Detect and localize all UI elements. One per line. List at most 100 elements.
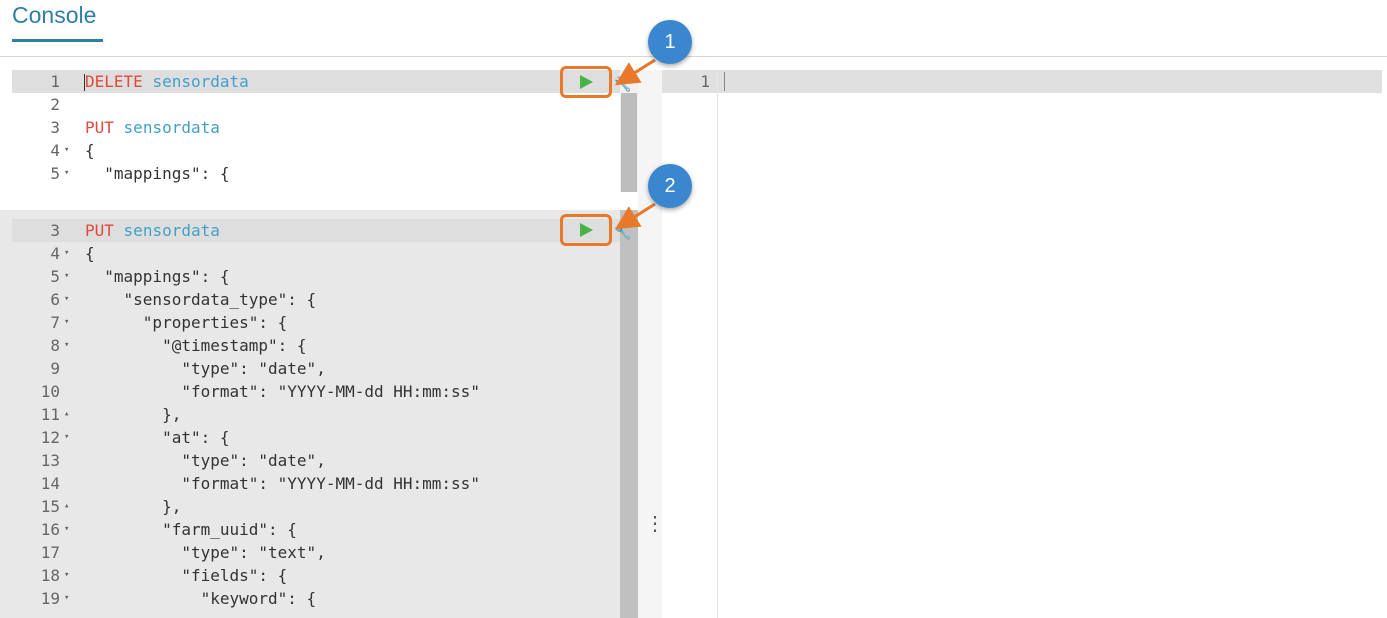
code-line[interactable]: 6 ▾ "sensordata_type": { [0,288,620,311]
code-text: "properties": { [85,311,288,334]
code-line[interactable]: 19 ▾ "keyword": { [0,587,620,610]
console-tab[interactable]: Console [12,2,96,29]
json-text: { [85,244,95,263]
code-text: PUT sensordata [85,219,220,242]
code-line[interactable]: 1 DELETE sensordata [0,70,620,93]
json-text: }, [85,497,182,516]
json-text: "at": { [85,428,230,447]
json-text: "fields": { [85,566,288,585]
code-text: "@timestamp": { [85,334,307,357]
code-line[interactable]: 7 ▾ "properties": { [0,311,620,334]
json-text: "format": "YYYY-MM-dd HH:mm:ss" [85,382,480,401]
line-number: 14 [40,474,60,493]
json-text: "format": "YYYY-MM-dd HH:mm:ss" [85,474,480,493]
code-line[interactable]: 12 ▾ "at": { [0,426,620,449]
code-line[interactable]: 16 ▾ "farm_uuid": { [0,518,620,541]
code-text: { [85,139,95,162]
line-number: 10 [40,382,60,401]
fold-open-icon[interactable]: ▾ [64,587,69,610]
fold-close-icon[interactable]: ▴ [64,495,69,518]
json-text: "type": "text", [85,543,326,562]
code-line[interactable]: 17 "type": "text", [0,541,620,564]
run-request-button-1[interactable] [560,66,612,98]
fold-open-icon[interactable]: ▾ [64,139,69,162]
code-line[interactable]: 11 ▴ }, [0,403,620,426]
code-line[interactable]: 3 PUT sensordata [0,116,620,139]
fold-open-icon[interactable]: ▾ [64,518,69,541]
code-line[interactable]: 9 "type": "date", [0,357,620,380]
callout-badge-1: 1 [648,20,692,64]
json-text: { [85,141,95,160]
fold-open-icon[interactable]: ▾ [64,162,69,185]
line-number: 7 [50,313,60,332]
line-number: 18 [40,566,60,585]
fold-close-icon[interactable]: ▴ [64,403,69,426]
request-editor-top[interactable]: 1 DELETE sensordata 2 3 PUT sensordata 4 ▾ {5 ▾ … [0,70,620,192]
response-panel[interactable]: 1 [662,70,1387,618]
code-text: PUT sensordata [85,116,220,139]
code-line[interactable]: 4 ▾ { [0,139,620,162]
play-icon [580,75,593,89]
fold-open-icon[interactable]: ▾ [64,265,69,288]
http-method: PUT [85,221,114,240]
line-number: 11 [40,405,60,424]
callout-badge-2: 2 [648,164,692,208]
code-line[interactable]: 8 ▾ "@timestamp": { [0,334,620,357]
fold-open-icon[interactable]: ▾ [64,311,69,334]
http-method: DELETE [85,72,143,91]
code-text: "mappings": { [85,265,230,288]
line-number: 8 [50,336,60,355]
fold-open-icon[interactable]: ▾ [64,426,69,449]
active-line-highlight [662,70,1382,93]
json-text: "@timestamp": { [85,336,307,355]
code-text: "type": "text", [85,541,326,564]
line-number: 4 [50,141,60,160]
request-path: sensordata [152,72,249,91]
wrench-icon[interactable]: 🔧 [614,224,631,241]
fold-open-icon[interactable]: ▾ [64,564,69,587]
json-text: "properties": { [85,313,288,332]
code-line[interactable]: 18 ▾ "fields": { [0,564,620,587]
code-line[interactable]: 5 ▾ "mappings": { [0,162,620,185]
request-path: sensordata [123,221,220,240]
fold-open-icon[interactable]: ▾ [64,334,69,357]
code-line[interactable]: 5 ▾ "mappings": { [0,265,620,288]
run-request-button-2[interactable] [560,214,612,246]
line-number: 5 [50,164,60,183]
code-line[interactable]: 13 "type": "date", [0,449,620,472]
json-text: "type": "date", [85,451,326,470]
fold-open-icon[interactable]: ▾ [64,288,69,311]
json-text: "keyword": { [85,589,317,608]
text-cursor [724,72,725,91]
line-number: 6 [50,290,60,309]
fold-open-icon[interactable]: ▾ [64,242,69,265]
editor-scrollbar-bottom[interactable] [620,210,638,618]
code-text: "fields": { [85,564,287,587]
line-number: 4 [50,244,60,263]
header-divider [0,56,1387,57]
line-number: 15 [40,497,60,516]
code-text: "farm_uuid": { [85,518,297,541]
scrollbar-thumb[interactable] [621,93,637,192]
code-line[interactable]: 2 [0,93,620,116]
code-line[interactable]: 15 ▴ }, [0,495,620,518]
code-text: }, [85,403,181,426]
code-text: DELETE sensordata [85,70,249,93]
text-cursor [84,74,85,91]
pane-resizer[interactable] [638,70,662,618]
play-icon [580,223,593,237]
json-text: "sensordata_type": { [85,290,317,309]
active-tab-indicator [12,39,103,42]
request-editor-bottom[interactable]: 3 PUT sensordata 4 ▾{5 ▾ "mappings": {6 ▾ "se… [0,210,620,618]
code-line[interactable]: 4 ▾ { [0,242,620,265]
code-line[interactable]: 10 "format": "YYYY-MM-dd HH:mm:ss" [0,380,620,403]
line-number: 1 [700,72,710,91]
gutter-border [717,70,718,618]
wrench-icon[interactable]: 🔧 [614,76,631,93]
code-line[interactable]: 3 PUT sensordata [0,219,620,242]
code-text: "keyword": { [85,587,317,610]
line-number: 3 [50,221,60,240]
json-text: }, [85,405,182,424]
json-text: "mappings": { [85,267,230,286]
code-line[interactable]: 14 "format": "YYYY-MM-dd HH:mm:ss" [0,472,620,495]
